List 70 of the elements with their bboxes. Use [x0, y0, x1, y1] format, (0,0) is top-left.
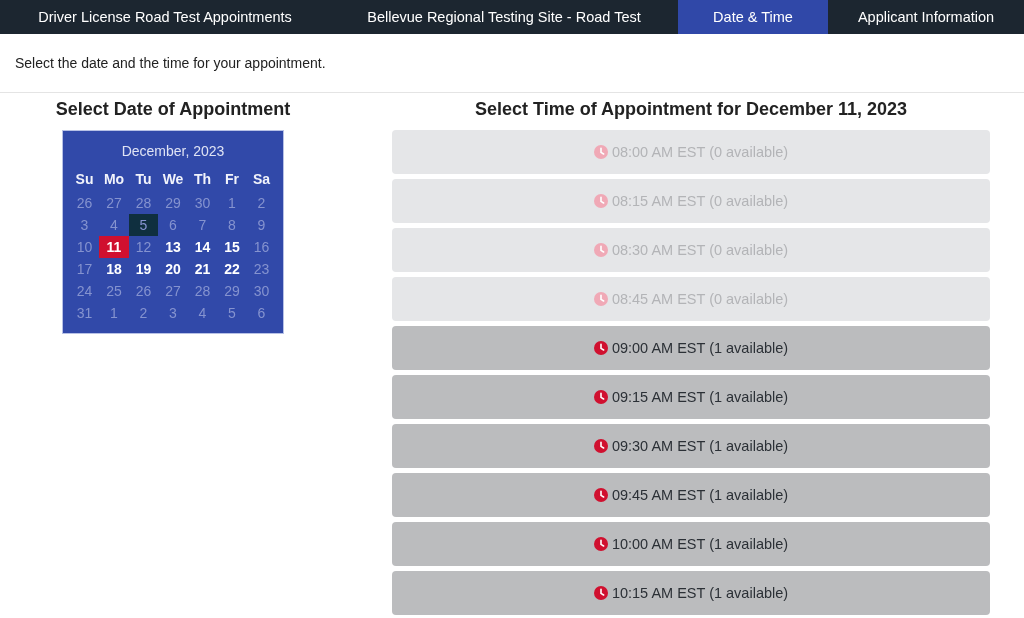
clock-icon — [593, 243, 608, 257]
calendar-day[interactable]: 23 — [246, 258, 277, 280]
time-slot-button[interactable]: 09:00 AM EST (1 available) — [392, 326, 990, 370]
calendar-day[interactable]: 25 — [99, 280, 129, 302]
calendar-day[interactable]: 27 — [158, 280, 188, 302]
weekday-label: Tu — [134, 170, 153, 189]
clock-icon — [593, 537, 608, 551]
calendar-day[interactable]: 15 — [217, 236, 247, 258]
calendar-day[interactable]: 10 — [69, 236, 100, 258]
calendar-day[interactable]: 29 — [158, 192, 188, 214]
calendar-day[interactable]: 6 — [246, 302, 277, 324]
clock-icon — [593, 390, 608, 404]
time-slot-button[interactable]: 09:30 AM EST (1 available) — [392, 424, 990, 468]
calendar-day[interactable]: 3 — [158, 302, 188, 324]
calendar-day[interactable]: 4 — [99, 214, 129, 236]
calendar-day[interactable]: 7 — [187, 214, 218, 236]
section-heading: Select Time of Appointment for December 11, 2023 — [473, 98, 909, 120]
calendar-day[interactable]: 26 — [128, 280, 159, 302]
calendar-day[interactable]: 27 — [99, 192, 129, 214]
calendar-day[interactable]: 1 — [99, 302, 129, 324]
clock-icon — [593, 488, 608, 502]
calendar-day[interactable]: 3 — [69, 214, 100, 236]
calendar-day[interactable]: 31 — [69, 302, 100, 324]
calendar-day[interactable]: 6 — [158, 214, 188, 236]
calendar-day[interactable]: 2 — [128, 302, 159, 324]
calendar-day[interactable]: 5 — [217, 302, 247, 324]
time-slot-button[interactable]: 10:15 AM EST (1 available) — [392, 571, 990, 615]
calendar-day[interactable]: 1 — [217, 192, 247, 214]
calendar-day[interactable]: 28 — [128, 192, 159, 214]
section-heading: Select Date of Appointment — [55, 98, 291, 120]
calendar-day[interactable]: 30 — [246, 280, 277, 302]
calendar-day[interactable]: 20 — [158, 258, 188, 280]
calendar-title: December, 2023 — [121, 142, 225, 161]
calendar-day[interactable]: 8 — [217, 214, 247, 236]
weekday-label: We — [161, 170, 185, 189]
calendar-day[interactable]: 24 — [69, 280, 100, 302]
time-slot-button[interactable]: 09:45 AM EST (1 available) — [392, 473, 990, 517]
weekday-label: Fr — [224, 170, 240, 189]
calendar-day[interactable]: 19 — [128, 258, 159, 280]
clock-icon — [593, 292, 608, 306]
clock-icon — [593, 586, 608, 600]
weekday-label: Sa — [251, 170, 272, 189]
time-slot-button[interactable]: 09:15 AM EST (1 available) — [392, 375, 990, 419]
calendar-day[interactable]: 26 — [69, 192, 100, 214]
calendar-day[interactable]: 13 — [158, 236, 188, 258]
calendar-day[interactable]: 22 — [217, 258, 247, 280]
calendar-day[interactable]: 16 — [246, 236, 277, 258]
weekday-label: Su — [74, 170, 95, 189]
calendar-day[interactable]: 17 — [69, 258, 100, 280]
calendar-day[interactable]: 11 — [99, 236, 129, 258]
calendar-day[interactable]: 9 — [246, 214, 277, 236]
calendar-day[interactable]: 30 — [187, 192, 218, 214]
weekday-label: Th — [192, 170, 213, 189]
nav-tab[interactable]: Date & Time — [678, 0, 828, 34]
calendar-day[interactable]: 2 — [246, 192, 277, 214]
instruction-text: Select the date and the time for your appointment. — [15, 55, 326, 71]
calendar-day[interactable]: 21 — [187, 258, 218, 280]
weekday-label: Mo — [102, 170, 126, 189]
calendar-day[interactable]: 5 — [128, 214, 159, 236]
calendar-day[interactable]: 14 — [187, 236, 218, 258]
clock-icon — [593, 145, 608, 159]
calendar-day[interactable]: 28 — [187, 280, 218, 302]
clock-icon — [593, 439, 608, 453]
calendar-day[interactable]: 18 — [99, 258, 129, 280]
calendar-day[interactable]: 12 — [128, 236, 159, 258]
clock-icon — [593, 341, 608, 355]
calendar-day[interactable]: 4 — [187, 302, 218, 324]
clock-icon — [593, 194, 608, 208]
calendar-day[interactable]: 29 — [217, 280, 247, 302]
time-slot-button[interactable]: 10:00 AM EST (1 available) — [392, 522, 990, 566]
